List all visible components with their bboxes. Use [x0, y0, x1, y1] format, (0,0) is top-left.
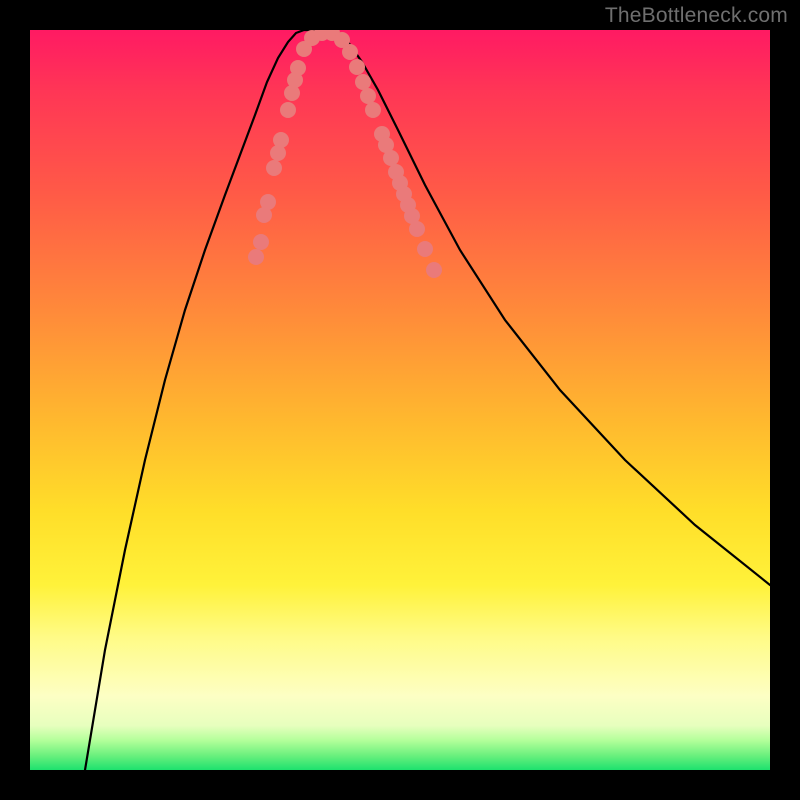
- data-marker: [349, 59, 365, 75]
- data-marker: [290, 60, 306, 76]
- watermark-text: TheBottleneck.com: [605, 4, 788, 28]
- data-marker: [248, 249, 264, 265]
- chart-frame: TheBottleneck.com: [0, 0, 800, 800]
- data-marker: [426, 262, 442, 278]
- data-marker: [266, 160, 282, 176]
- plot-area: [30, 30, 770, 770]
- data-marker: [360, 88, 376, 104]
- data-marker: [365, 102, 381, 118]
- data-marker: [342, 44, 358, 60]
- data-marker: [417, 241, 433, 257]
- data-marker: [280, 102, 296, 118]
- chart-svg: [30, 30, 770, 770]
- data-marker: [383, 150, 399, 166]
- data-marker: [355, 74, 371, 90]
- curve-path: [85, 30, 770, 770]
- data-marker: [260, 194, 276, 210]
- data-marker: [409, 221, 425, 237]
- data-markers: [248, 30, 442, 278]
- bottleneck-curve: [85, 30, 770, 770]
- data-marker: [273, 132, 289, 148]
- data-marker: [253, 234, 269, 250]
